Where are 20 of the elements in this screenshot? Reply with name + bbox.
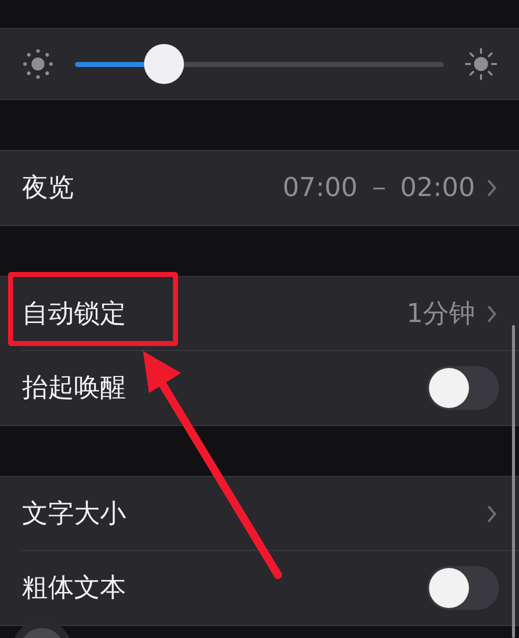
sun-large-icon bbox=[464, 47, 498, 81]
row-label: 夜览 bbox=[22, 172, 74, 204]
row-value: 07:00 － 02:00 bbox=[282, 172, 475, 204]
settings-row[interactable]: 粗体文本 bbox=[0, 551, 519, 625]
chevron-icon bbox=[487, 505, 497, 523]
brightness-slider[interactable] bbox=[75, 44, 444, 84]
chevron-icon bbox=[487, 179, 497, 197]
toggle-switch[interactable] bbox=[427, 366, 499, 410]
settings-row[interactable]: 自动锁定 1分钟 bbox=[0, 277, 519, 351]
row-label: 自动锁定 bbox=[22, 298, 126, 330]
row-label: 抬起唤醒 bbox=[22, 372, 126, 404]
row-label: 文字大小 bbox=[22, 498, 126, 530]
settings-row[interactable]: 抬起唤醒 bbox=[0, 351, 519, 425]
sun-small-icon bbox=[21, 47, 55, 81]
settings-row[interactable]: 文字大小 bbox=[0, 477, 519, 551]
row-value: 1分钟 bbox=[406, 298, 475, 330]
toggle-switch[interactable] bbox=[427, 566, 499, 610]
chevron-icon bbox=[487, 305, 497, 323]
settings-row[interactable]: 夜览 07:00 － 02:00 bbox=[0, 151, 519, 225]
row-label: 粗体文本 bbox=[22, 572, 126, 604]
